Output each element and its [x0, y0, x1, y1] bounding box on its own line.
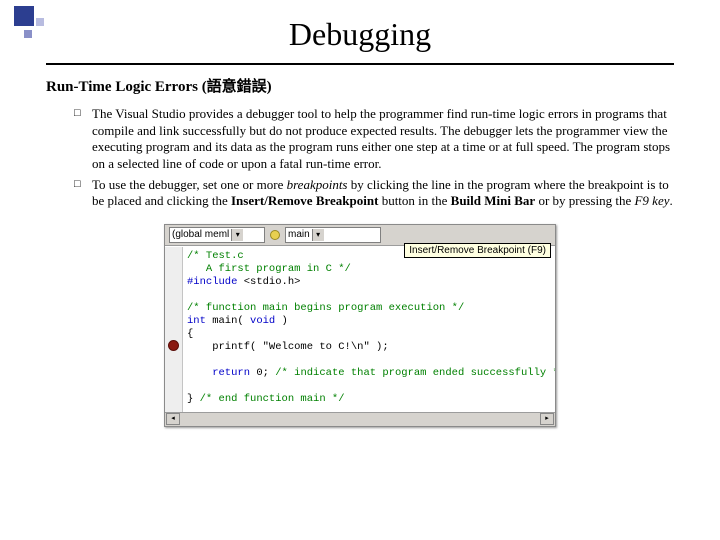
code-comment: /* function main begins program executio…: [187, 302, 464, 314]
code-string: "Welcome to C!\n": [263, 341, 370, 353]
gutter[interactable]: [165, 247, 183, 412]
code-comment: A first program in C */: [187, 263, 351, 275]
bullet-text: or by pressing the: [535, 193, 634, 208]
code-text: main(: [206, 315, 250, 327]
slide-title: Debugging: [0, 0, 720, 63]
dropdown-value: main: [288, 229, 310, 240]
screenshot-wrapper: (global meml ▾ main ▾ Insert/Remove Brea…: [46, 224, 674, 427]
code-comment: /* indicate that program ended successfu…: [275, 367, 555, 379]
bullet-text: The Visual Studio provides a debugger to…: [92, 106, 670, 171]
content-area: Run-Time Logic Errors (語意錯誤) The Visual …: [0, 75, 720, 427]
title-rule: [46, 63, 674, 65]
code-text: }: [187, 393, 200, 405]
scroll-right-button[interactable]: ▸: [540, 413, 554, 425]
code-text: );: [370, 341, 389, 353]
code-kw: return: [187, 367, 250, 379]
chevron-down-icon: ▾: [231, 229, 243, 241]
code-comment: /* end function main */: [200, 393, 345, 405]
code-area: /* Test.c A first program in C */ #inclu…: [165, 246, 555, 412]
code-preproc: #include: [187, 276, 244, 288]
subheading: Run-Time Logic Errors (語意錯誤): [46, 75, 674, 96]
code-text: {: [187, 328, 193, 340]
bullet-bold: Build Mini Bar: [451, 193, 536, 208]
bullet-list: The Visual Studio provides a debugger to…: [46, 106, 674, 210]
horizontal-scrollbar[interactable]: ◂ ▸: [165, 412, 555, 426]
code-text: printf(: [187, 341, 263, 353]
bullet-bold: Insert/Remove Breakpoint: [231, 193, 378, 208]
breakpoint-icon[interactable]: [168, 340, 179, 351]
code-editor[interactable]: /* Test.c A first program in C */ #inclu…: [183, 247, 555, 412]
bullet-emph: breakpoints: [287, 177, 348, 192]
tooltip: Insert/Remove Breakpoint (F9): [404, 243, 551, 258]
dropdown-value: (global meml: [172, 229, 229, 240]
function-dropdown[interactable]: main ▾: [285, 227, 381, 243]
code-text: ): [275, 315, 288, 327]
marker-icon: [270, 230, 280, 240]
bullet-item: The Visual Studio provides a debugger to…: [74, 106, 674, 173]
scroll-left-button[interactable]: ◂: [166, 413, 180, 425]
bullet-text: button in the: [378, 193, 450, 208]
code-text: <stdio.h>: [244, 276, 301, 288]
code-kw: void: [250, 315, 275, 327]
code-text: 0;: [250, 367, 275, 379]
bullet-emph: F9 key: [634, 193, 669, 208]
chevron-down-icon: ▾: [312, 229, 324, 241]
scope-dropdown[interactable]: (global meml ▾: [169, 227, 265, 243]
code-comment: /* Test.c: [187, 250, 244, 262]
screenshot-toolbar: (global meml ▾ main ▾ Insert/Remove Brea…: [165, 225, 555, 246]
bullet-text: .: [670, 193, 673, 208]
screenshot: (global meml ▾ main ▾ Insert/Remove Brea…: [164, 224, 556, 427]
slide-decoration: [14, 6, 50, 42]
bullet-text: To use the debugger, set one or more: [92, 177, 287, 192]
bullet-item: To use the debugger, set one or more bre…: [74, 177, 674, 210]
code-kw: int: [187, 315, 206, 327]
